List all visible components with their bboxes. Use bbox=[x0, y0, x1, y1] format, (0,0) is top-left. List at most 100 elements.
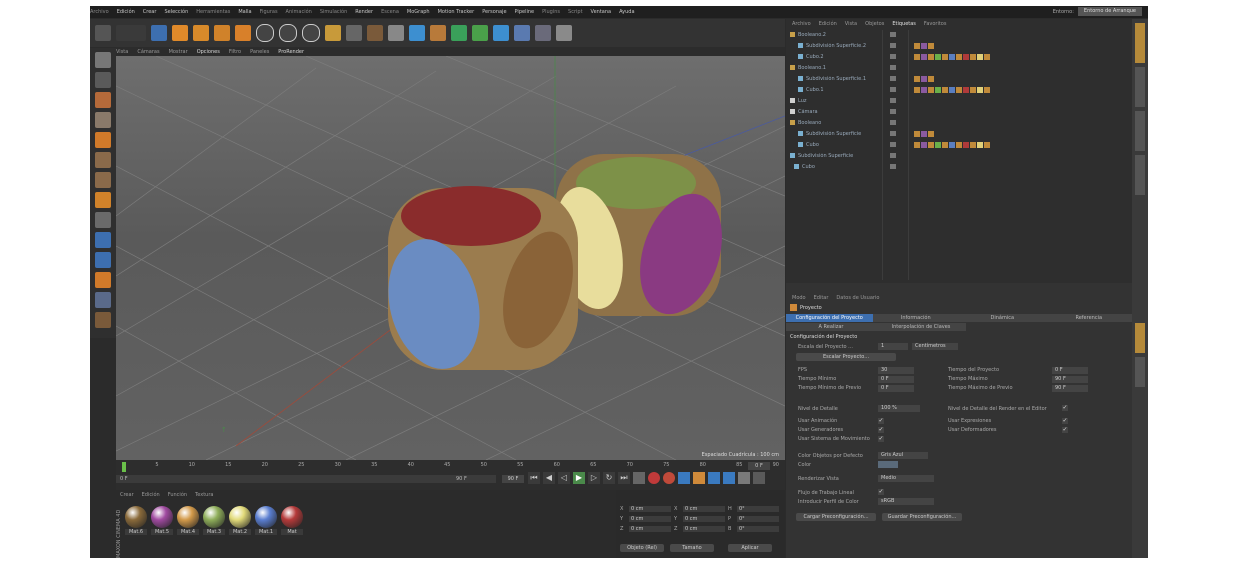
tag-icon[interactable] bbox=[914, 42, 920, 49]
attribute-checkbox[interactable]: ✓ bbox=[1062, 418, 1068, 424]
linear-workflow-checkbox[interactable]: ✓ bbox=[878, 489, 884, 495]
visibility-icon[interactable] bbox=[890, 65, 896, 70]
tag-icon[interactable] bbox=[949, 53, 955, 60]
object-row[interactable]: Cubo bbox=[790, 140, 1128, 149]
om-menu-vista[interactable]: Vista bbox=[845, 21, 857, 27]
tag-icon[interactable] bbox=[914, 86, 920, 93]
tag-icon[interactable] bbox=[935, 53, 941, 60]
move-icon[interactable] bbox=[172, 25, 188, 41]
attribute-field[interactable]: 30 bbox=[878, 367, 914, 374]
side-tab-attributes[interactable] bbox=[1135, 323, 1145, 353]
tag-icon[interactable] bbox=[970, 141, 976, 148]
color-profile-dropdown[interactable]: sRGB bbox=[878, 498, 934, 505]
visibility-icon[interactable] bbox=[890, 43, 896, 48]
tag-icon[interactable] bbox=[956, 86, 962, 93]
object-row[interactable]: Cubo.2 bbox=[790, 52, 1128, 61]
attribute-checkbox[interactable]: ✓ bbox=[1062, 427, 1068, 433]
rotate-icon[interactable] bbox=[214, 25, 230, 41]
menu-edicion[interactable]: Edición bbox=[117, 9, 135, 15]
visibility-icon[interactable] bbox=[890, 98, 896, 103]
visibility-icon[interactable] bbox=[890, 54, 896, 59]
menu-script[interactable]: Script bbox=[568, 9, 583, 15]
tag-icon[interactable] bbox=[970, 53, 976, 60]
viewport-menu-vista[interactable]: Vista bbox=[116, 49, 128, 55]
frame-range-bar[interactable]: 0 F bbox=[116, 475, 496, 483]
render-view-dropdown[interactable]: Medio bbox=[878, 475, 934, 482]
size-mode-dropdown[interactable]: Tamaño bbox=[670, 544, 714, 552]
visibility-icon[interactable] bbox=[890, 76, 896, 81]
scale-unit-dropdown[interactable]: Centímetros bbox=[912, 343, 958, 350]
object-row[interactable]: Cubo bbox=[790, 162, 1128, 171]
tab-dinamica[interactable]: Dinámica bbox=[959, 314, 1046, 322]
menu-archivo[interactable]: Archivo bbox=[90, 9, 109, 15]
material-tags[interactable] bbox=[914, 141, 990, 148]
param-key-icon[interactable] bbox=[723, 472, 735, 484]
coordinate-mode-dropdown[interactable]: Objeto (Rel) bbox=[620, 544, 664, 552]
scale-key-icon[interactable] bbox=[693, 472, 705, 484]
x-axis-icon[interactable] bbox=[256, 24, 274, 42]
menu-motion-tracker[interactable]: Motion Tracker bbox=[438, 9, 475, 15]
tag-icon[interactable] bbox=[921, 130, 927, 137]
tag-icon[interactable] bbox=[984, 86, 990, 93]
coordinate-field[interactable]: 0 cm bbox=[683, 526, 725, 532]
material-item[interactable]: Mat bbox=[280, 506, 304, 535]
tag-icon[interactable] bbox=[921, 86, 927, 93]
pla-key-icon[interactable] bbox=[738, 472, 750, 484]
side-tab-layers[interactable] bbox=[1135, 155, 1145, 195]
tag-icon[interactable] bbox=[942, 86, 948, 93]
render-picture-viewer-icon[interactable] bbox=[367, 25, 383, 41]
object-row[interactable]: Subdivisión Superficie.2 bbox=[790, 41, 1128, 50]
object-row[interactable]: Cubo.1 bbox=[790, 85, 1128, 94]
visibility-icon[interactable] bbox=[890, 142, 896, 147]
current-frame-field[interactable]: 0 F bbox=[748, 462, 770, 470]
timeline-menu-icon[interactable] bbox=[753, 472, 765, 484]
lod-field[interactable]: 100 % bbox=[878, 405, 920, 412]
subdivision-icon[interactable] bbox=[451, 25, 467, 41]
viewport-menu-paneles[interactable]: Paneles bbox=[250, 49, 269, 55]
material-tags[interactable] bbox=[914, 130, 934, 137]
coordinate-field[interactable]: 0 cm bbox=[683, 506, 725, 512]
menu-simulacion[interactable]: Simulación bbox=[320, 9, 347, 15]
tag-icon[interactable] bbox=[928, 141, 934, 148]
side-tab-structure[interactable] bbox=[1135, 357, 1145, 387]
move-key-icon[interactable] bbox=[678, 472, 690, 484]
tag-icon[interactable] bbox=[977, 53, 983, 60]
tweak-mode-icon[interactable] bbox=[95, 232, 111, 248]
menu-animacion[interactable]: Animación bbox=[286, 9, 312, 15]
menu-ayuda[interactable]: Ayuda bbox=[619, 9, 634, 15]
range-start[interactable]: 0 F bbox=[120, 476, 128, 482]
material-item[interactable]: Mat.4 bbox=[176, 506, 200, 535]
array-icon[interactable] bbox=[472, 25, 488, 41]
menu-mograph[interactable]: MoGraph bbox=[407, 9, 430, 15]
make-editable-icon[interactable] bbox=[95, 52, 111, 68]
model-mode-icon[interactable] bbox=[95, 72, 111, 88]
tag-icon[interactable] bbox=[963, 53, 969, 60]
load-preset-button[interactable]: Cargar Preconfiguración... bbox=[796, 513, 876, 521]
tag-icon[interactable] bbox=[956, 53, 962, 60]
object-row[interactable]: Cámara bbox=[790, 107, 1128, 116]
attribute-field[interactable]: 0 F bbox=[878, 385, 914, 392]
om-menu-objetos[interactable]: Objetos bbox=[865, 21, 884, 27]
am-menu-modo[interactable]: Modo bbox=[792, 295, 806, 301]
material-item[interactable]: Mat.1 bbox=[254, 506, 278, 535]
object-row[interactable]: Subdivisión Superficie bbox=[790, 129, 1128, 138]
range-end[interactable]: 90 F bbox=[456, 475, 496, 483]
om-menu-etiquetas[interactable]: Etiquetas bbox=[892, 21, 916, 27]
prev-key-icon[interactable]: ◀ bbox=[543, 472, 555, 484]
object-row[interactable]: Subdivisión Superficie bbox=[790, 151, 1128, 160]
material-menu-edicion[interactable]: Edición bbox=[142, 492, 160, 498]
am-menu-editar[interactable]: Editar bbox=[814, 295, 829, 301]
menu-personaje[interactable]: Personaje bbox=[482, 9, 506, 15]
undo-icon[interactable] bbox=[95, 25, 111, 41]
visibility-icon[interactable] bbox=[890, 120, 896, 125]
z-axis-icon[interactable] bbox=[302, 24, 320, 42]
tag-icon[interactable] bbox=[949, 86, 955, 93]
save-preset-button[interactable]: Guardar Preconfiguración... bbox=[882, 513, 962, 521]
visibility-icon[interactable] bbox=[890, 32, 896, 37]
y-axis-icon[interactable] bbox=[279, 24, 297, 42]
menu-herramientas[interactable]: Herramientas bbox=[196, 9, 230, 15]
object-row[interactable]: Booleano.2 bbox=[790, 30, 1128, 39]
rotate-key-icon[interactable] bbox=[708, 472, 720, 484]
menu-figuras[interactable]: Figuras bbox=[260, 9, 278, 15]
die-left[interactable] bbox=[375, 186, 585, 379]
